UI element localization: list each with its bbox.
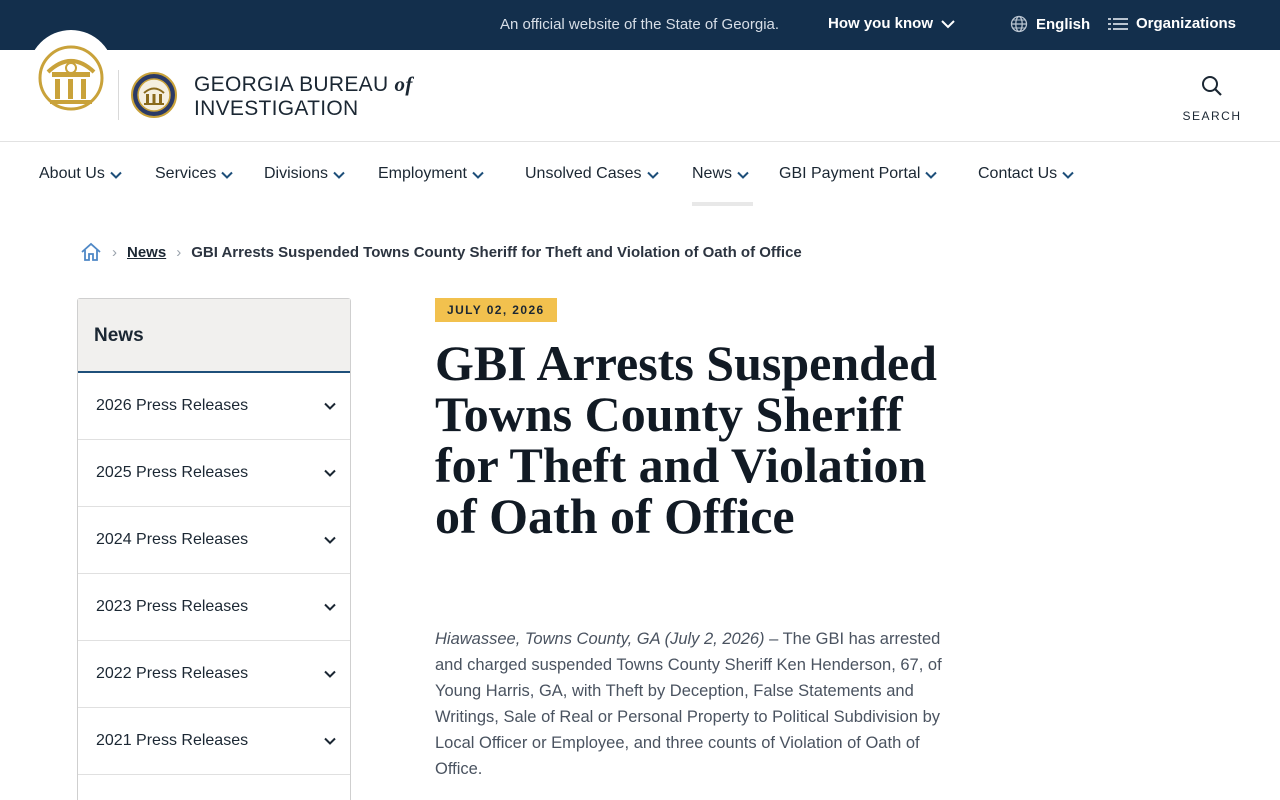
chevron-down-icon	[324, 670, 336, 678]
chevron-down-icon	[1062, 171, 1074, 179]
nav-services[interactable]: Services	[155, 165, 234, 183]
georgia-state-seal-logo[interactable]	[36, 42, 106, 118]
brand-line1: GEORGIA BUREAU	[194, 73, 395, 96]
home-icon[interactable]	[80, 242, 102, 262]
nav-unsolved-cases[interactable]: Unsolved Cases	[525, 165, 659, 183]
nav-label: Contact Us	[978, 165, 1058, 182]
nav-gbi-payment-portal[interactable]: GBI Payment Portal	[779, 165, 938, 183]
breadcrumb-current: GBI Arrests Suspended Towns County Sheri…	[191, 243, 802, 261]
nav-news[interactable]: News	[692, 165, 749, 183]
chevron-down-icon	[324, 469, 336, 477]
site-brand-name[interactable]: GEORGIA BUREAU of INVESTIGATION	[194, 72, 413, 121]
chevron-down-icon	[925, 171, 938, 179]
nav-contact-us[interactable]: Contact Us	[978, 165, 1074, 183]
breadcrumb: › News › GBI Arrests Suspended Towns Cou…	[80, 242, 802, 262]
nav-label: Services	[155, 165, 217, 182]
sidebar-item-label: 2022 Press Releases	[96, 665, 249, 682]
chevron-down-icon	[324, 603, 336, 611]
nav-label: Divisions	[264, 165, 329, 182]
nav-label: Unsolved Cases	[525, 165, 642, 182]
gbi-seal-logo[interactable]	[131, 70, 177, 120]
sidebar-item-2024[interactable]: 2024 Press Releases	[78, 507, 350, 574]
chevron-down-icon	[324, 402, 336, 410]
nav-label: About Us	[39, 165, 105, 182]
organizations-label: Organizations	[1136, 15, 1237, 32]
chevron-right-icon: ›	[112, 243, 117, 261]
sidebar-item-label: 2025 Press Releases	[96, 464, 249, 481]
globe-icon	[1010, 15, 1028, 33]
article-headline: GBI Arrests Suspended Towns County Sheri…	[435, 335, 937, 544]
nav-employment[interactable]: Employment	[378, 165, 484, 183]
official-site-text: An official website of the State of Geor…	[500, 16, 780, 33]
site-header: GEORGIA BUREAU of INVESTIGATION SEARCH	[0, 30, 1280, 142]
search-label: SEARCH	[1182, 109, 1242, 123]
article-body: Hiawassee, Towns County, GA (July 2, 202…	[435, 626, 955, 782]
main-navigation: About Us Services Divisions Employment U…	[0, 143, 1280, 206]
brand-of: of	[394, 72, 413, 96]
nav-label: GBI Payment Portal	[779, 165, 921, 182]
chevron-down-icon	[324, 536, 336, 544]
sidebar-item-2022[interactable]: 2022 Press Releases	[78, 641, 350, 708]
search-icon	[1202, 76, 1222, 96]
nav-about-us[interactable]: About Us	[39, 165, 122, 183]
chevron-down-icon	[110, 171, 122, 179]
nav-divisions[interactable]: Divisions	[264, 165, 345, 183]
logo-divider	[118, 70, 119, 120]
news-sidebar: News 2026 Press Releases 2025 Press Rele…	[77, 298, 351, 800]
official-site-banner: An official website of the State of Geor…	[0, 0, 1280, 50]
article-date-badge: JULY 02, 2026	[435, 298, 557, 322]
sidebar-item-2023[interactable]: 2023 Press Releases	[78, 574, 350, 641]
chevron-down-icon	[472, 171, 484, 179]
article-dateline: Hiawassee, Towns County, GA (July 2, 202…	[435, 630, 765, 648]
chevron-down-icon	[221, 171, 234, 179]
breadcrumb-news-link[interactable]: News	[127, 244, 166, 261]
sidebar-item-2026[interactable]: 2026 Press Releases	[78, 373, 350, 440]
chevron-down-icon	[333, 171, 345, 179]
how-you-know-label: How you know	[828, 15, 933, 32]
sidebar-item-2025[interactable]: 2025 Press Releases	[78, 440, 350, 507]
search-button[interactable]: SEARCH	[1180, 74, 1244, 123]
sidebar-item-label: 2026 Press Releases	[96, 397, 249, 414]
nav-label: Employment	[378, 165, 467, 182]
chevron-down-icon	[941, 19, 955, 28]
chevron-down-icon	[737, 171, 749, 179]
nav-label: News	[692, 165, 733, 182]
brand-line2: INVESTIGATION	[194, 97, 359, 120]
article-body-text: – The GBI has arrested and charged suspe…	[435, 630, 942, 778]
how-you-know-toggle[interactable]: How you know	[828, 15, 955, 32]
sidebar-item-2021[interactable]: 2021 Press Releases	[78, 708, 350, 775]
language-selector[interactable]: English	[1010, 15, 1090, 33]
organizations-menu[interactable]: Organizations	[1108, 15, 1236, 32]
sidebar-item-label: 2021 Press Releases	[96, 732, 249, 749]
sidebar-item-label: 2023 Press Releases	[96, 598, 249, 615]
chevron-down-icon	[646, 171, 659, 179]
sidebar-item-label: 2024 Press Releases	[96, 531, 249, 548]
language-label: English	[1036, 15, 1091, 33]
chevron-down-icon	[324, 737, 336, 745]
sidebar-title: News	[78, 299, 350, 373]
list-icon	[1108, 17, 1128, 30]
chevron-right-icon: ›	[176, 243, 182, 261]
nav-active-indicator	[692, 202, 753, 206]
